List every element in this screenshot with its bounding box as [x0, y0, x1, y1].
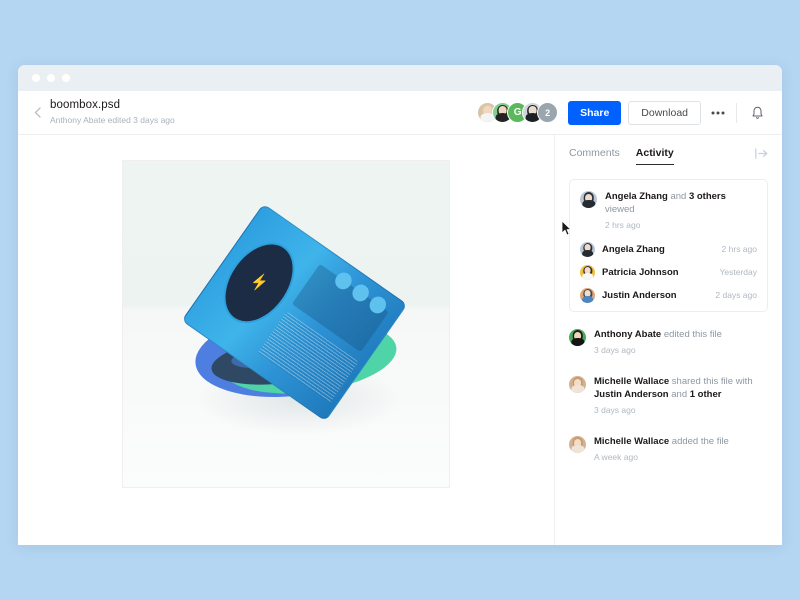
content-area: ⚡ Comments Activity Angela Zhang and 3 o…: [18, 135, 782, 545]
activity-others[interactable]: 1 other: [690, 389, 722, 400]
viewer-time: 2 hrs ago: [721, 244, 757, 254]
tab-activity[interactable]: Activity: [635, 147, 674, 165]
avatar-overflow-count[interactable]: 2: [537, 102, 559, 123]
activity-item-edited[interactable]: Anthony Abate edited this file 3 days ag…: [569, 328, 768, 356]
avatar: [569, 376, 586, 393]
file-subtitle: Anthony Abate edited 3 days ago: [50, 115, 175, 125]
window-titlebar: [18, 65, 782, 91]
viewed-activity-card[interactable]: Angela Zhang and 3 others viewed 2 hrs a…: [569, 179, 768, 312]
avatar: [580, 265, 595, 280]
avatar-stack[interactable]: G 2: [477, 102, 559, 123]
viewer-time: 2 days ago: [715, 290, 757, 300]
activity-time: 3 days ago: [594, 345, 636, 355]
bell-icon: [752, 106, 762, 119]
list-item[interactable]: Justin Anderson 2 days ago: [580, 287, 757, 303]
list-item[interactable]: Angela Zhang 2 hrs ago: [580, 241, 757, 257]
header-divider: [736, 102, 737, 123]
viewed-summary: Angela Zhang and 3 others viewed 2 hrs a…: [580, 190, 757, 231]
avatar: [569, 436, 586, 453]
lightning-bolt-icon: ⚡: [250, 274, 269, 292]
window-close-dot[interactable]: [32, 74, 40, 82]
activity-target: Justin Anderson: [594, 389, 669, 400]
activity-text: Anthony Abate edited this file: [594, 328, 768, 341]
avatar: [580, 191, 597, 208]
tab-comments[interactable]: Comments: [569, 147, 620, 165]
page-title: boombox.psd: [50, 99, 121, 111]
file-meta: boombox.psd Anthony Abate edited 3 days …: [50, 99, 175, 126]
activity-actor: Michelle Wallace: [594, 376, 670, 387]
activity-text: Michelle Wallace shared this file with J…: [594, 375, 768, 401]
viewer-list: Angela Zhang 2 hrs ago Patricia Johnson: [580, 241, 757, 303]
activity-action: added the file: [671, 436, 729, 447]
viewed-text: Angela Zhang and 3 others: [605, 190, 757, 203]
collapse-panel-icon: [755, 147, 768, 159]
viewed-others[interactable]: 3 others: [689, 191, 726, 202]
file-header: boombox.psd Anthony Abate edited 3 days …: [18, 91, 782, 135]
header-actions: G 2 Share Download: [477, 100, 770, 125]
viewer-name: Justin Anderson: [602, 289, 677, 301]
ellipsis-icon: [711, 111, 725, 114]
window-minimize-dot[interactable]: [47, 74, 55, 82]
activity-feed: Anthony Abate edited this file 3 days ag…: [569, 328, 768, 463]
activity-actor: Michelle Wallace: [594, 436, 670, 447]
avatar: [569, 329, 586, 346]
viewed-action: viewed: [605, 204, 635, 215]
viewed-time: 2 hrs ago: [605, 220, 641, 230]
preview-image[interactable]: ⚡: [122, 160, 450, 488]
activity-conjunction: and: [671, 389, 688, 400]
file-preview-pane: ⚡: [18, 135, 554, 545]
activity-item-added[interactable]: Michelle Wallace added the file A week a…: [569, 435, 768, 463]
viewer-name: Angela Zhang: [602, 243, 665, 255]
viewed-actor: Angela Zhang: [605, 191, 668, 202]
activity-action: edited this file: [663, 329, 722, 340]
avatar: [580, 242, 595, 257]
avatar: [580, 288, 595, 303]
activity-time: 3 days ago: [594, 405, 636, 415]
window-maximize-dot[interactable]: [62, 74, 70, 82]
activity-text: Michelle Wallace added the file: [594, 435, 768, 448]
viewer-time: Yesterday: [719, 267, 758, 277]
viewed-conjunction: and: [670, 191, 687, 202]
back-button[interactable]: [26, 99, 48, 127]
sidebar-tabs: Comments Activity: [569, 135, 768, 173]
download-button[interactable]: Download: [628, 100, 701, 125]
activity-item-shared[interactable]: Michelle Wallace shared this file with J…: [569, 375, 768, 416]
activity-actor: Anthony Abate: [594, 329, 662, 340]
activity-time: A week ago: [594, 452, 638, 462]
collapse-panel-button[interactable]: [755, 147, 768, 165]
notifications-button[interactable]: [744, 101, 770, 125]
share-button[interactable]: Share: [568, 100, 622, 125]
activity-action: shared this file: [671, 376, 734, 387]
more-options-button[interactable]: [705, 101, 731, 125]
activity-sidebar: Comments Activity Angela Zhang and 3 oth…: [554, 135, 782, 545]
viewer-name: Patricia Johnson: [602, 266, 679, 278]
activity-with: with: [735, 376, 753, 387]
app-window: boombox.psd Anthony Abate edited 3 days …: [18, 65, 782, 545]
chevron-left-icon: [34, 107, 41, 118]
list-item[interactable]: Patricia Johnson Yesterday: [580, 264, 757, 280]
